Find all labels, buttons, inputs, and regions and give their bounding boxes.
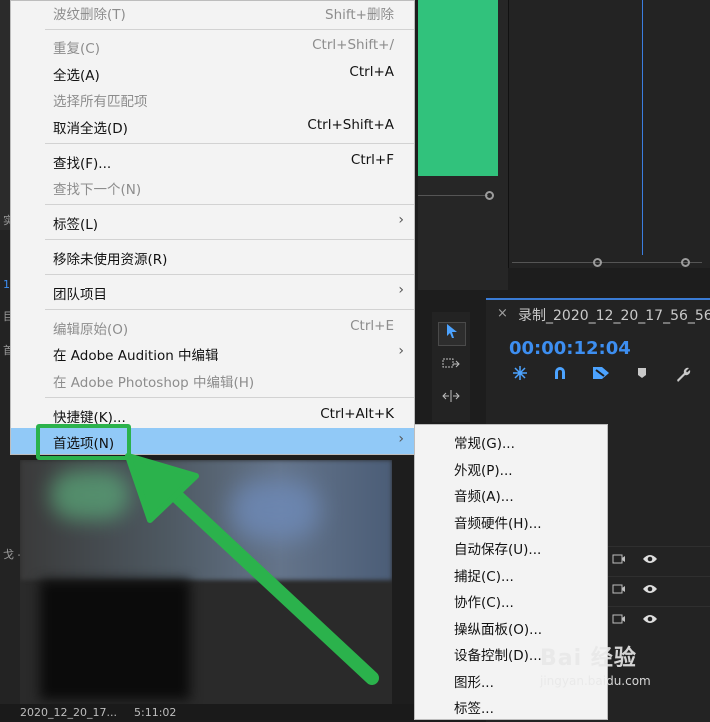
watermark-url: jingyan.baidu.com	[540, 674, 651, 688]
arrow-annotation-icon	[125, 453, 379, 685]
watermark-logo-text: Bai 经验	[540, 646, 637, 671]
watermark: Bai 经验 jingyan.baidu.com	[540, 640, 651, 688]
